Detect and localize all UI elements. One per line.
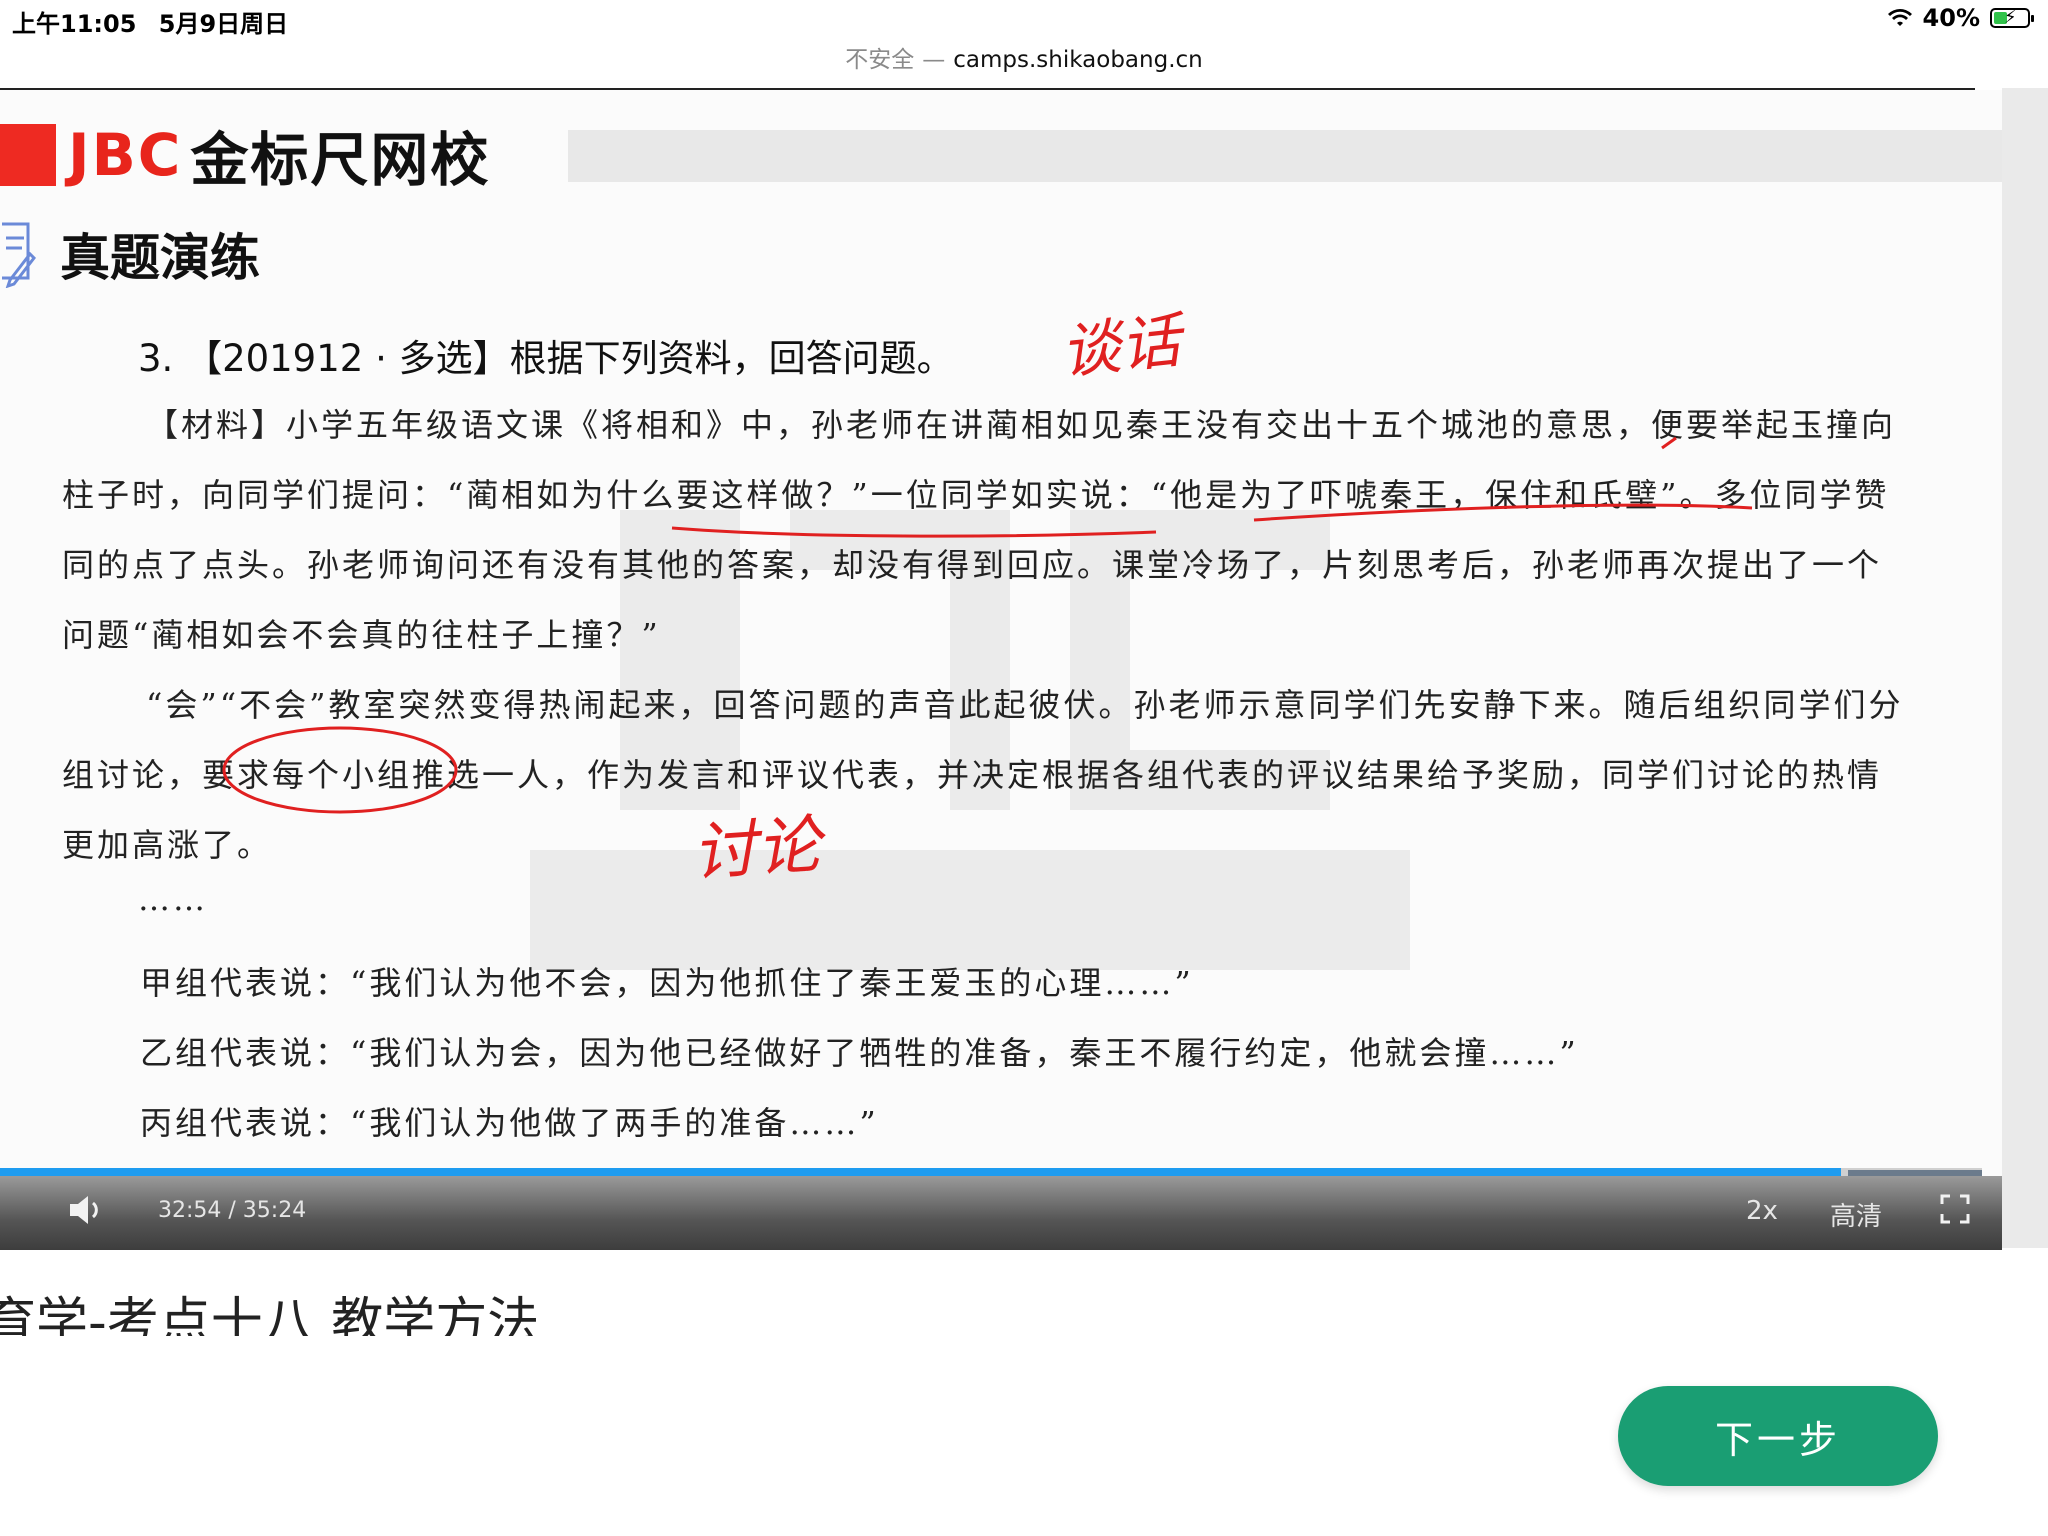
status-date: 5月9日周日 [158, 10, 289, 38]
status-right: 40% ⚡ [1887, 4, 2034, 32]
group-b-quote: 乙组代表说：“我们认为会，因为他已经做好了牺牲的准备，秦王不履行约定，他就会撞…… [140, 1034, 1579, 1072]
battery-percent: 40% [1922, 4, 1980, 32]
right-gutter [2002, 88, 2048, 1248]
progress-bar[interactable] [0, 1168, 1982, 1176]
playback-time: 32:54 / 35:24 [158, 1198, 307, 1223]
brand-red-block [0, 124, 56, 186]
brand-logo: JBC 金标尺网校 [68, 121, 490, 194]
url-separator: — [922, 47, 946, 73]
question-text: 3. 【201912 · 多选】根据下列资料，回答问题。 [138, 337, 954, 380]
video-player[interactable]: JBC 金标尺网校 真题演练 3. 【201912 · 多选】根据下列资料，回答… [0, 90, 2002, 1250]
url-bar[interactable]: 不安全 — camps.shikaobang.cn [0, 40, 2048, 80]
status-clock: 上午11:05 [12, 10, 137, 38]
material-paragraph-2: “会”“不会”教室突然变得热闹起来，回答问题的声音此起彼伏。孙老师示意同学们先安… [62, 686, 1904, 864]
url-host: camps.shikaobang.cn [953, 47, 1203, 73]
ellipsis-1: …… [138, 880, 208, 918]
quality-button[interactable]: 高清 [1830, 1196, 1882, 1233]
brand-name: 金标尺网校 [190, 126, 491, 194]
annotation-top: 谈话 [1057, 305, 1184, 389]
speed-button[interactable]: 2x [1746, 1196, 1778, 1226]
status-bar: 上午11:05 5月9日周日 40% ⚡ [0, 0, 2048, 40]
charging-bolt-icon: ⚡ [2004, 7, 2017, 28]
progress-fill [0, 1168, 1842, 1176]
lesson-title: 育学-考点十八 教学方法 [0, 1293, 540, 1336]
annotation-mid: 讨论 [689, 808, 823, 892]
fullscreen-icon[interactable] [1940, 1194, 1970, 1224]
group-c-quote: 丙组代表说：“我们认为他做了两手的准备……” [140, 1104, 879, 1142]
pencil-note-icon [2, 222, 36, 288]
battery-icon: ⚡ [1990, 7, 2034, 28]
volume-icon[interactable] [66, 1190, 106, 1230]
section-title: 真题演练 [60, 229, 260, 287]
group-a-quote: 甲组代表说：“我们认为他不会，因为他抓住了秦王爱玉的心理……” [140, 964, 1194, 1002]
wifi-icon [1887, 9, 1912, 26]
brand-gray-bar [568, 130, 2002, 182]
brand-jbc: JBC [68, 121, 183, 189]
brand-header: JBC 金标尺网校 [0, 121, 2002, 194]
next-step-button[interactable]: 下一步 [1618, 1386, 1938, 1486]
status-time: 上午11:05 5月9日周日 [12, 4, 288, 39]
player-controls: 32:54 / 35:24 2x 高清 [0, 1176, 2002, 1250]
security-label: 不安全 [845, 47, 915, 73]
material-paragraph-1: 【材料】小学五年级语文课《将相和》中，孙老师在讲蔺相如见秦王没有交出十五个城池的… [62, 406, 1897, 654]
